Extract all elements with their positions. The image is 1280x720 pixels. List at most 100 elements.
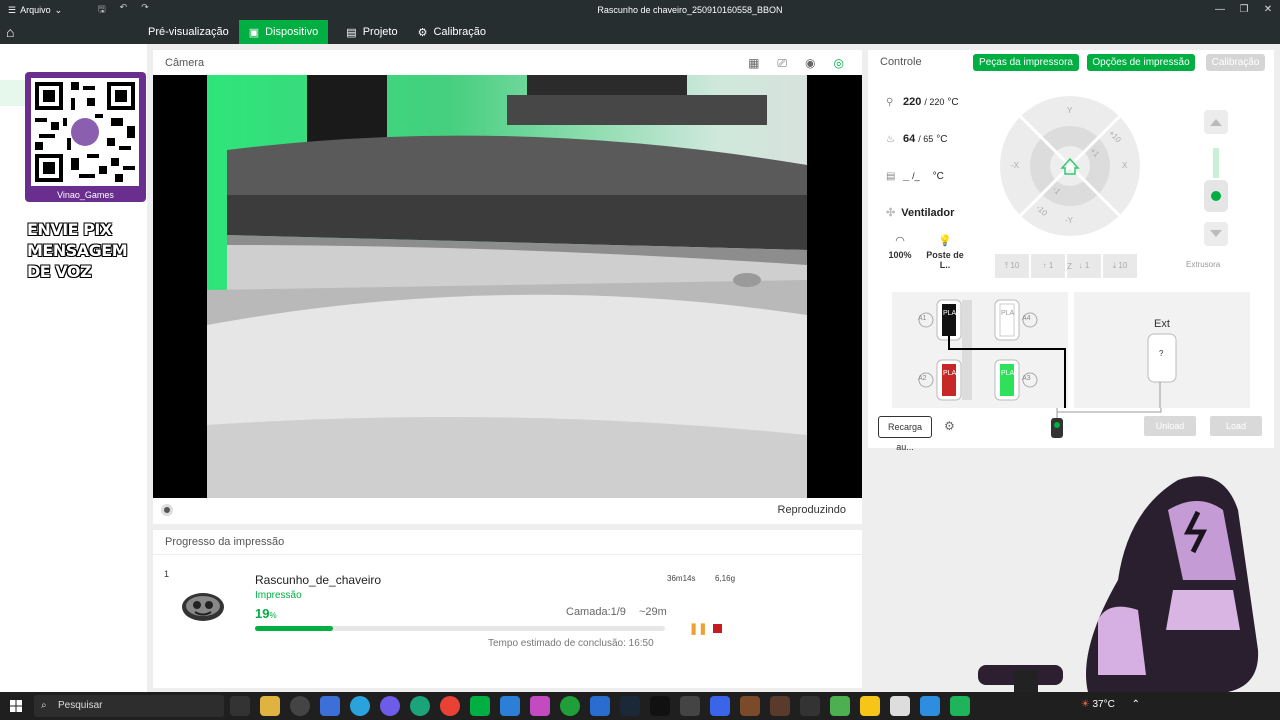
sd-card-icon[interactable]: ▦ (748, 56, 759, 71)
camera-status: Reproduzindo (777, 504, 847, 516)
z-down-10-button[interactable]: ⤓ 10 (1103, 254, 1137, 278)
speed-control[interactable]: ◠ 100% (884, 234, 916, 260)
auto-refill-button[interactable]: Recarga au... (878, 416, 932, 452)
qr-code (31, 78, 139, 186)
calibration-button[interactable]: Calibração (1206, 54, 1265, 71)
jog-x-minus[interactable]: -X (1011, 161, 1019, 170)
streamer-chair-overlay (978, 476, 1259, 692)
fan-icon: ✣ (886, 207, 896, 219)
app-icon-7[interactable] (770, 696, 790, 716)
jog-x-plus[interactable]: X (1122, 161, 1127, 170)
external-spool: Ext ? (1074, 292, 1250, 408)
printer-sidebar: Vinao_Games ENVIE PIX MENSAGEM DE VOZ (0, 44, 147, 692)
fan-label: Ventilador (901, 206, 955, 219)
app-icon-6[interactable] (740, 696, 760, 716)
ams-diagram (918, 299, 1066, 408)
jog-y-minus[interactable]: -Y (1065, 216, 1073, 225)
tab-preview[interactable]: Pré-visualização (138, 20, 239, 44)
load-button[interactable]: Load (1210, 416, 1262, 436)
chamber-temp-row[interactable]: ▤ _ /_ °C (886, 170, 944, 182)
bed-heat-icon: ♨ (886, 134, 895, 145)
title-bar: ☰ Arquivo ⌄ 🖫 ↶ ↷ Rascunho de chaveiro_2… (0, 0, 1280, 20)
extruder-control[interactable] (1196, 108, 1236, 268)
control-panel: Controle Peças da impressora Opções de i… (868, 50, 1274, 452)
taskbar-search[interactable]: ⌕ Pesquisar (34, 695, 224, 717)
z-up-10-button[interactable]: ⤒ 10 (995, 254, 1029, 278)
pause-icon[interactable]: ❚❚ (689, 622, 707, 635)
slot-a3-material[interactable]: PLA (1001, 370, 1014, 377)
nozzle-temp-row[interactable]: ⚲ 220 / 220 °C (886, 96, 959, 108)
bambu-studio-icon[interactable] (470, 696, 490, 716)
external-slot-label[interactable]: ? (1159, 349, 1163, 358)
file-explorer-icon[interactable] (260, 696, 280, 716)
z-up-10-label: 10 (1010, 261, 1020, 270)
printer-parts-button[interactable]: Peças da impressora (973, 54, 1079, 71)
app-icon-2[interactable] (530, 696, 550, 716)
app-icon-1[interactable] (500, 696, 520, 716)
xbox-icon[interactable] (560, 696, 580, 716)
home-icon[interactable]: ⌂ (6, 24, 14, 40)
maximize-icon[interactable]: ❐ (1232, 0, 1256, 20)
nozzle-unit: °C (947, 97, 959, 108)
progress-bar (255, 626, 665, 631)
task-view-icon[interactable] (230, 696, 250, 716)
z-up-1-button[interactable]: ↑ 1 (1031, 254, 1065, 278)
tab-device-label: Dispositivo (265, 26, 319, 38)
bed-temp-row[interactable]: ♨ 64 / 65 °C (886, 133, 948, 145)
camera-settings-icon[interactable]: ◎ (834, 56, 844, 71)
app-icon-10[interactable] (860, 696, 880, 716)
tab-project-label: Projeto (362, 26, 398, 38)
app-icon-5[interactable] (710, 696, 730, 716)
tab-device[interactable]: ▣ Dispositivo (238, 20, 329, 44)
close-icon[interactable]: ✕ (1256, 0, 1280, 20)
app-icon-12[interactable] (920, 696, 940, 716)
edge-icon[interactable] (410, 696, 430, 716)
app-icon-13[interactable] (950, 696, 970, 716)
lamp-label: Poste de L.. (926, 250, 964, 270)
app-icon-8[interactable] (800, 696, 820, 716)
slot-a1-material[interactable]: PLA (943, 310, 956, 317)
save-icon[interactable]: 🖫 (98, 2, 106, 18)
ams-unit: A1 A4 A2 A3 PLA PLA PLA PLA (892, 292, 1068, 408)
stop-stream-button[interactable] (161, 504, 173, 516)
app-icon-9[interactable] (830, 696, 850, 716)
discord-icon[interactable] (380, 696, 400, 716)
app-icon-3[interactable] (590, 696, 610, 716)
print-options-button[interactable]: Opções de impressão (1087, 54, 1195, 71)
chrome-icon[interactable] (440, 696, 460, 716)
fan-row[interactable]: ✣ Ventilador (886, 206, 955, 220)
steam-icon[interactable] (620, 696, 640, 716)
undo-icon[interactable]: ↶ (120, 2, 128, 18)
estimated-completion: Tempo estimado de conclusão: 16:50 (488, 638, 654, 649)
slot-a2-material[interactable]: PLA (943, 370, 956, 377)
tab-calibration[interactable]: ⚙ Calibração (408, 20, 496, 44)
bed-unit: °C (936, 134, 948, 145)
app-icon-4[interactable] (680, 696, 700, 716)
slot-a4-material[interactable]: PLA (1001, 310, 1014, 317)
tab-project[interactable]: ▤ Projeto (336, 20, 407, 44)
jog-y-plus[interactable]: Y (1067, 106, 1072, 115)
windows-start-icon[interactable] (10, 700, 22, 712)
epic-games-icon[interactable] (650, 696, 670, 716)
lamp-control[interactable]: 💡 Poste de L.. (920, 234, 970, 270)
app-flame-icon[interactable] (320, 696, 340, 716)
slot-a3-id: A3 (1022, 375, 1031, 382)
telegram-icon[interactable] (350, 696, 370, 716)
app-icon-11[interactable] (890, 696, 910, 716)
minimize-icon[interactable]: — (1208, 0, 1232, 20)
stop-print-icon[interactable] (713, 624, 722, 633)
z-label: Z (1067, 262, 1072, 271)
print-progress-panel: Progresso da impressão 1 Rascunho_de_cha… (153, 530, 862, 688)
z-down-1-button[interactable]: ↓ 1 (1067, 254, 1101, 278)
ams-settings-icon[interactable]: ⚙ (944, 419, 955, 433)
unload-button[interactable]: Unload (1144, 416, 1196, 436)
timelapse-icon[interactable]: ⎚ (777, 56, 787, 71)
nozzle-target: / 220 (924, 97, 945, 107)
file-menu[interactable]: ☰ Arquivo ⌄ (0, 5, 80, 16)
tray-chevron-icon[interactable]: ⌃ (1132, 699, 1140, 710)
redo-icon[interactable]: ↷ (141, 2, 149, 18)
obs-icon[interactable] (290, 696, 310, 716)
ams-section: A1 A4 A2 A3 PLA PLA PLA PLA Ext ? Recarg… (876, 290, 1270, 452)
camera-record-icon[interactable]: ◉ (805, 56, 815, 71)
camera-feed (153, 75, 862, 498)
